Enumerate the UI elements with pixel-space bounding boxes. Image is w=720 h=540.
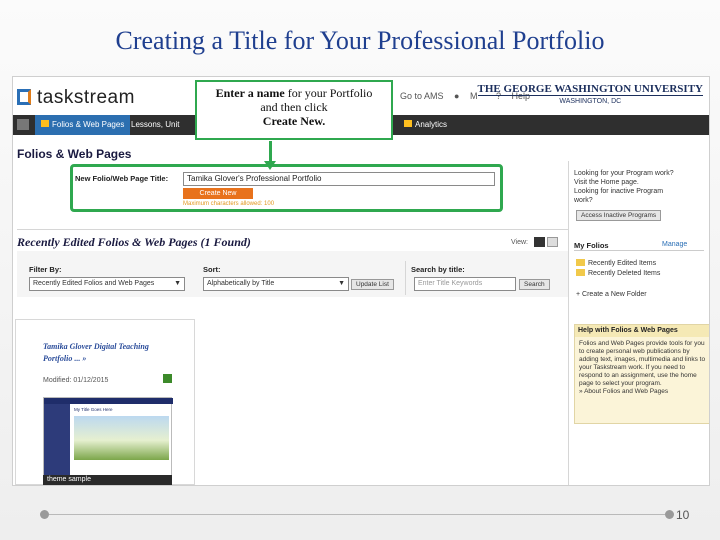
folder-icon xyxy=(576,269,585,276)
program-work-link[interactable]: Looking for your Program work? xyxy=(574,169,674,178)
sort-label: Sort: xyxy=(203,265,221,274)
slide-title: Creating a Title for Your Professional P… xyxy=(115,26,605,55)
view-label: View: xyxy=(511,239,528,246)
ams-link[interactable]: Go to AMS xyxy=(400,91,444,101)
create-new-button[interactable]: Create New xyxy=(183,188,253,199)
taskstream-logo-icon xyxy=(17,89,31,105)
create-folder-link[interactable]: + Create a New Folder xyxy=(576,291,647,298)
search-input[interactable]: Enter Title Keywords xyxy=(414,277,516,291)
max-chars-hint: Maximum characters allowed: 100 xyxy=(183,201,275,207)
filter-select[interactable]: Recently Edited Folios and Web Pages ▼ xyxy=(29,277,185,291)
filter-label: Filter By: xyxy=(29,265,62,274)
update-list-button[interactable]: Update List xyxy=(351,279,394,290)
tab-lessons[interactable]: Lessons, Unit xyxy=(125,115,185,135)
about-folios-link[interactable]: » About Folios and Web Pages xyxy=(579,388,668,395)
instruction-callout: Enter a name for your Portfolio and then… xyxy=(195,80,393,140)
chat-icon: ● xyxy=(454,91,460,101)
taskstream-logo[interactable]: taskstream xyxy=(17,87,135,109)
footer-line xyxy=(49,514,665,515)
analytics-icon xyxy=(404,120,412,127)
help-heading: Help with Folios & Web Pages xyxy=(575,325,709,337)
search-label: Search by title: xyxy=(411,265,465,274)
recent-edited-folder[interactable]: Recently Edited Items xyxy=(576,259,656,267)
access-inactive-button[interactable]: Access Inactive Programs xyxy=(576,210,662,221)
divider xyxy=(568,161,569,485)
divider xyxy=(574,250,704,251)
section-title: Folios & Web Pages xyxy=(17,147,132,161)
tab-folios[interactable]: Folios & Web Pages xyxy=(35,115,131,135)
folder-icon xyxy=(41,120,49,127)
program-links: Looking for your Program work? Visit the… xyxy=(574,169,674,204)
folio-title-link[interactable]: Tamika Glover Digital Teaching Portfolio… xyxy=(43,341,183,365)
recent-title: Recently Edited Folios & Web Pages (1 Fo… xyxy=(17,235,251,249)
inactive-program-link[interactable]: Looking for inactive Program xyxy=(574,187,674,196)
tab-analytics[interactable]: Analytics xyxy=(398,115,453,135)
chevron-down-icon: ▼ xyxy=(338,280,345,287)
divider xyxy=(17,229,569,230)
sort-select[interactable]: Alphabetically by Title ▼ xyxy=(203,277,349,291)
search-button[interactable]: Search xyxy=(519,279,550,290)
my-folios-heading: My Folios xyxy=(574,241,609,250)
modified-date: Modified: 01/12/2015 xyxy=(43,377,109,384)
university-logo: THE GEORGE WASHINGTON UNIVERSITY WASHING… xyxy=(477,83,703,105)
footer-bullet xyxy=(40,510,49,519)
manage-link[interactable]: Manage xyxy=(662,241,687,248)
page-number: 10 xyxy=(676,508,690,522)
divider xyxy=(405,261,406,295)
list-view-icon[interactable] xyxy=(547,237,558,247)
slide: Creating a Title for Your Professional P… xyxy=(0,0,720,540)
plus-icon: + xyxy=(576,291,581,298)
theme-thumbnail[interactable]: My Title Goes Here xyxy=(43,397,173,485)
thumbnail-image xyxy=(74,416,169,460)
publish-icon[interactable] xyxy=(163,374,172,383)
home-page-link[interactable]: Visit the Home page. xyxy=(574,178,674,187)
title-input[interactable]: Tamika Glover's Professional Portfolio xyxy=(183,172,495,186)
chevron-down-icon: ▼ xyxy=(174,280,181,287)
help-text: Folios and Web Pages provide tools for y… xyxy=(579,340,706,395)
help-box: Help with Folios & Web Pages Folios and … xyxy=(574,324,709,424)
grid-view-icon[interactable] xyxy=(534,237,545,247)
recent-deleted-folder[interactable]: Recently Deleted Items xyxy=(576,269,660,277)
home-icon[interactable] xyxy=(17,119,29,130)
callout-arrow xyxy=(269,141,272,163)
screenshot-panel: taskstream Go to AMS ● M ? Help THE GEOR… xyxy=(12,76,710,486)
footer-bullet xyxy=(665,510,674,519)
theme-sample-label: theme sample xyxy=(43,475,172,485)
title-field-label: New Folio/Web Page Title: xyxy=(75,174,169,183)
folder-icon xyxy=(576,259,585,266)
